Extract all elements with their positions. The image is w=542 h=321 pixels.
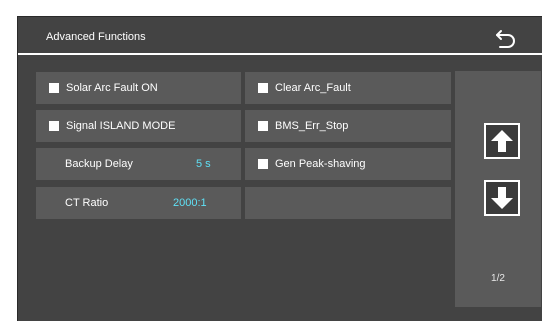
page-nav-panel: 1/2 (455, 71, 541, 307)
page-indicator: 1/2 (491, 273, 505, 284)
empty-cell (245, 187, 451, 219)
backup-delay-value[interactable]: 5 s (196, 158, 211, 170)
back-arrow-icon[interactable] (494, 27, 518, 49)
backup-delay-label: Backup Delay (65, 158, 133, 170)
page-up-button[interactable] (484, 123, 520, 159)
advanced-functions-screen: Advanced Functions Solar Arc Fault ON Si… (17, 16, 542, 321)
checkbox[interactable] (258, 83, 268, 93)
checkbox[interactable] (258, 159, 268, 169)
bms-err-stop-toggle[interactable]: BMS_Err_Stop (245, 110, 451, 142)
gen-peak-shaving-label: Gen Peak-shaving (275, 158, 366, 170)
checkbox[interactable] (258, 121, 268, 131)
ct-ratio-label: CT Ratio (65, 197, 109, 209)
ct-ratio-value[interactable]: 2000:1 (173, 197, 207, 209)
gen-peak-shaving-toggle[interactable]: Gen Peak-shaving (245, 148, 451, 180)
ct-ratio-row[interactable]: CT Ratio 2000:1 (36, 187, 241, 219)
header-bar: Advanced Functions (18, 17, 542, 55)
signal-island-mode-label: Signal ISLAND MODE (66, 120, 176, 132)
clear-arc-fault-toggle[interactable]: Clear Arc_Fault (245, 72, 451, 104)
page-down-button[interactable] (484, 180, 520, 216)
backup-delay-row[interactable]: Backup Delay 5 s (36, 148, 241, 180)
arrow-down-icon (491, 187, 513, 209)
signal-island-mode-toggle[interactable]: Signal ISLAND MODE (36, 110, 241, 142)
solar-arc-fault-label: Solar Arc Fault ON (66, 82, 158, 94)
bms-err-stop-label: BMS_Err_Stop (275, 120, 349, 132)
clear-arc-fault-label: Clear Arc_Fault (275, 82, 351, 94)
checkbox[interactable] (49, 83, 59, 93)
checkbox[interactable] (49, 121, 59, 131)
solar-arc-fault-toggle[interactable]: Solar Arc Fault ON (36, 72, 241, 104)
arrow-up-icon (491, 130, 513, 152)
page-title: Advanced Functions (46, 31, 146, 43)
